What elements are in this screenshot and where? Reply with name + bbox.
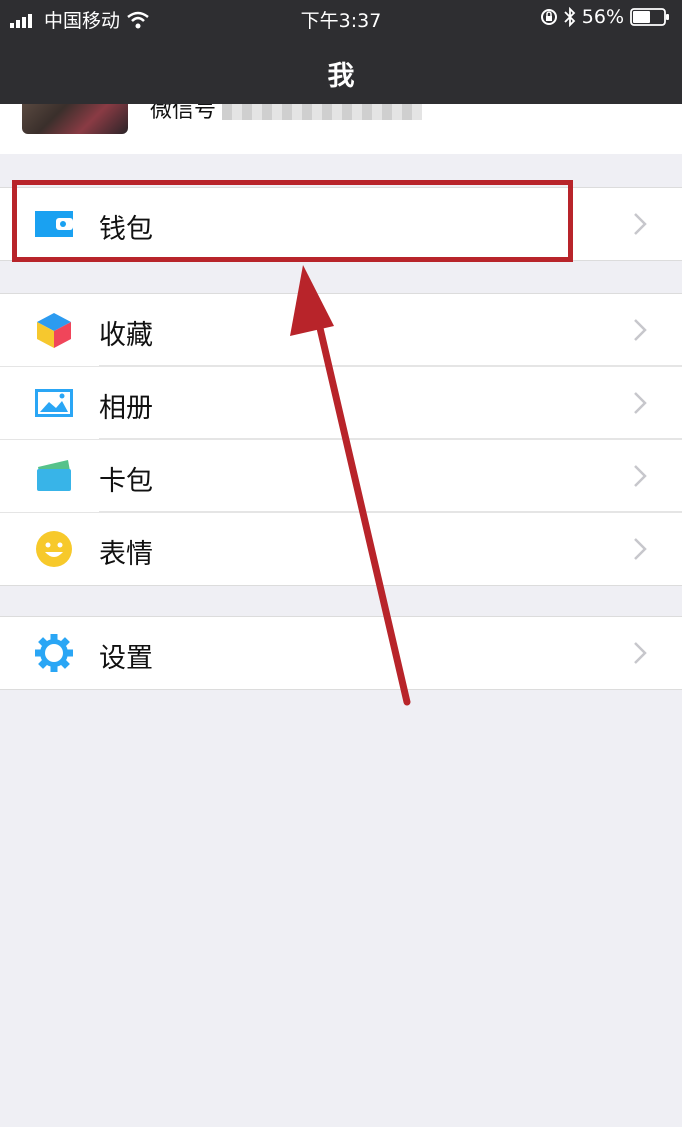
annotation-arrow (290, 265, 411, 706)
